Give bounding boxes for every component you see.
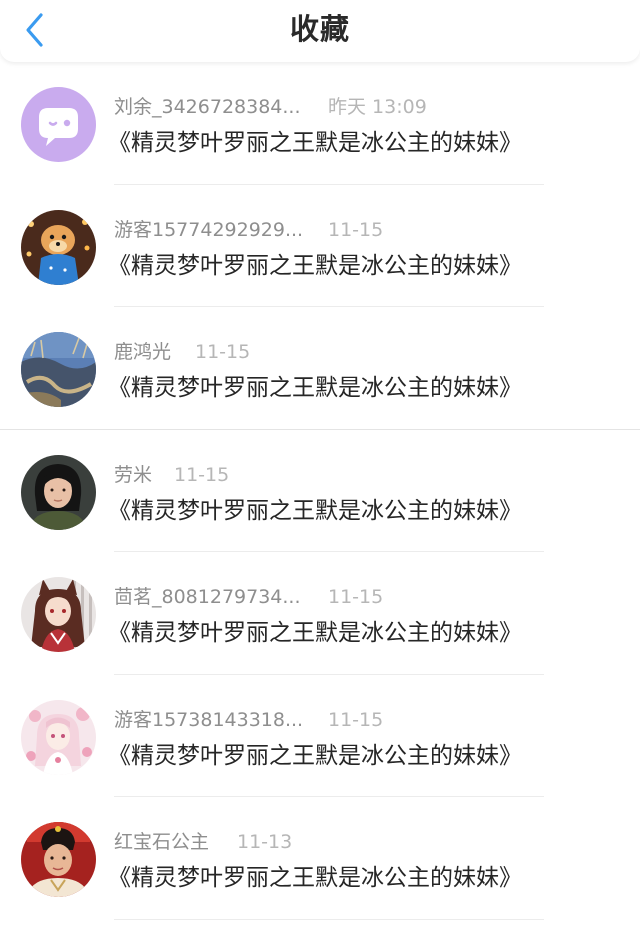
favorite-title[interactable]: 《精灵梦叶罗丽之王默是冰公主的妹妹》: [108, 739, 522, 773]
list-item[interactable]: 游客15774292929... 11-15 《精灵梦叶罗丽之王默是冰公主的妹妹…: [0, 185, 640, 307]
timestamp: 11-15: [195, 341, 251, 363]
username[interactable]: 刘余_3426728384...: [114, 95, 301, 119]
item-meta: 游客15738143318... 11-15: [114, 708, 383, 732]
avatar[interactable]: [21, 87, 96, 162]
list-item[interactable]: 刘余_3426728384... 昨天 13:09 《精灵梦叶罗丽之王默是冰公主…: [0, 62, 640, 185]
chat-bubble-avatar-icon: [21, 87, 96, 162]
favorite-title[interactable]: 《精灵梦叶罗丽之王默是冰公主的妹妹》: [108, 126, 522, 160]
favorite-title[interactable]: 《精灵梦叶罗丽之王默是冰公主的妹妹》: [108, 371, 522, 405]
item-meta: 劳米 11-15: [114, 463, 229, 487]
timestamp: 11-15: [328, 586, 384, 608]
item-meta: 刘余_3426728384... 昨天 13:09: [114, 95, 427, 119]
anime-fox-girl-avatar-icon: [21, 577, 96, 652]
username[interactable]: 游客15738143318...: [114, 708, 303, 732]
username[interactable]: 红宝石公主: [114, 830, 209, 854]
item-meta: 鹿鸿光 11-15: [114, 340, 250, 364]
timestamp: 11-15: [328, 218, 384, 241]
favorite-title[interactable]: 《精灵梦叶罗丽之王默是冰公主的妹妹》: [108, 494, 522, 528]
timestamp: 11-13: [237, 831, 293, 853]
portrait-photo-avatar-icon: [21, 822, 96, 897]
item-meta: 游客15774292929... 11-15: [114, 218, 383, 242]
favorite-title[interactable]: 《精灵梦叶罗丽之王默是冰公主的妹妹》: [108, 616, 522, 650]
top-bar: 收藏: [0, 0, 640, 62]
username[interactable]: 茴茗_8081279734...: [114, 585, 301, 609]
timestamp: 昨天 13:09: [328, 96, 427, 118]
avatar[interactable]: [21, 577, 96, 652]
divider: [114, 918, 544, 920]
list-item[interactable]: 红宝石公主 11-13 《精灵梦叶罗丽之王默是冰公主的妹妹》: [0, 797, 640, 920]
favorite-title[interactable]: 《精灵梦叶罗丽之王默是冰公主的妹妹》: [108, 249, 522, 283]
item-meta: 红宝石公主 11-13: [114, 830, 292, 854]
item-meta: 茴茗_8081279734... 11-15: [114, 585, 383, 609]
username[interactable]: 鹿鸿光: [114, 340, 171, 364]
avatar[interactable]: [21, 332, 96, 407]
list-item[interactable]: 茴茗_8081279734... 11-15 《精灵梦叶罗丽之王默是冰公主的妹妹…: [0, 552, 640, 675]
avatar[interactable]: [21, 822, 96, 897]
timestamp: 11-15: [328, 708, 384, 731]
list-item[interactable]: 游客15738143318... 11-15 《精灵梦叶罗丽之王默是冰公主的妹妹…: [0, 675, 640, 797]
username[interactable]: 劳米: [114, 463, 152, 487]
selfie-photo-avatar-icon: [21, 454, 96, 530]
list-item[interactable]: 劳米 11-15 《精灵梦叶罗丽之王默是冰公主的妹妹》: [0, 430, 640, 552]
avatar[interactable]: [21, 454, 96, 530]
favorite-title[interactable]: 《精灵梦叶罗丽之王默是冰公主的妹妹》: [108, 861, 522, 895]
username[interactable]: 游客15774292929...: [114, 218, 303, 242]
puppy-photo-avatar-icon: [21, 209, 96, 285]
favorites-list: 刘余_3426728384... 昨天 13:09 《精灵梦叶罗丽之王默是冰公主…: [0, 62, 640, 920]
avatar[interactable]: [21, 209, 96, 285]
timestamp: 11-15: [174, 463, 230, 486]
anime-pink-girl-avatar-icon: [21, 699, 96, 775]
landscape-photo-avatar-icon: [21, 332, 96, 407]
list-item[interactable]: 鹿鸿光 11-15 《精灵梦叶罗丽之王默是冰公主的妹妹》: [0, 307, 640, 430]
page-title: 收藏: [289, 12, 350, 46]
avatar[interactable]: [21, 699, 96, 775]
